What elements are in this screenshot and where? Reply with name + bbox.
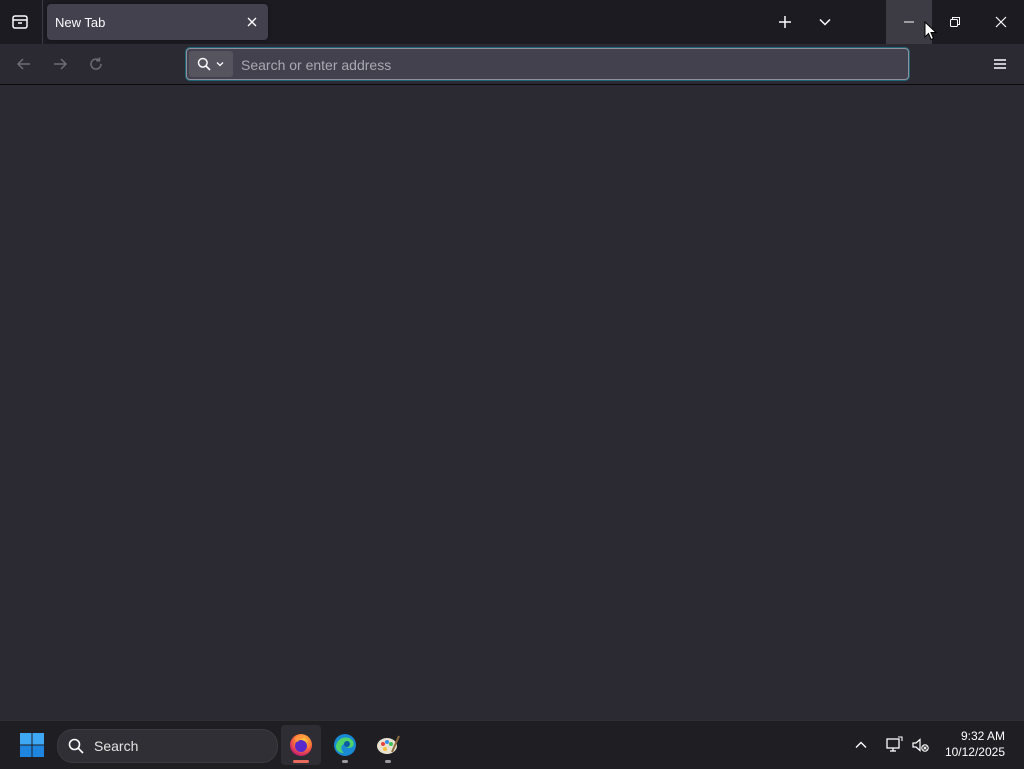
- taskbar-edge[interactable]: [325, 725, 365, 765]
- firefox-icon: [290, 734, 312, 756]
- search-icon: [197, 57, 211, 71]
- hamburger-menu-icon: [994, 59, 1006, 69]
- active-app-indicator: [293, 760, 309, 763]
- chevron-down-icon: [216, 62, 224, 67]
- network-icon: [886, 736, 903, 752]
- close-icon: [995, 16, 1007, 28]
- search-mode-switcher[interactable]: [189, 51, 233, 77]
- forward-button[interactable]: [44, 48, 76, 80]
- clock-time: 9:32 AM: [960, 729, 1005, 743]
- tab-strip: New Tab: [0, 0, 1024, 44]
- close-icon: [247, 17, 257, 27]
- taskbar: Search 9:32 AM 10/12/2025: [0, 720, 1024, 769]
- reload-button[interactable]: [80, 48, 112, 80]
- search-icon: [68, 738, 84, 754]
- chevron-down-icon: [819, 18, 831, 26]
- close-window-button[interactable]: [978, 0, 1024, 44]
- running-app-indicator: [385, 760, 391, 763]
- arrow-left-icon: [16, 58, 30, 70]
- page-content: [0, 85, 1024, 720]
- network-status[interactable]: [880, 725, 908, 765]
- taskbar-search[interactable]: Search: [57, 729, 278, 763]
- tab-title: New Tab: [55, 15, 106, 30]
- firefox-view-button[interactable]: [4, 6, 36, 38]
- minimize-icon: [904, 21, 914, 23]
- start-button[interactable]: [12, 725, 52, 765]
- tab-separator: [42, 0, 43, 44]
- running-app-indicator: [342, 760, 348, 763]
- speaker-muted-icon: [912, 738, 929, 752]
- restore-button[interactable]: [932, 0, 978, 44]
- edge-icon: [334, 734, 356, 756]
- mouse-cursor-icon: [924, 21, 938, 41]
- volume-status[interactable]: [906, 725, 934, 765]
- navigation-toolbar: [0, 44, 1024, 85]
- clock-date: 10/12/2025: [944, 745, 1005, 759]
- taskbar-search-label: Search: [94, 738, 139, 754]
- list-all-tabs-button[interactable]: [809, 6, 841, 38]
- windows-logo-icon: [20, 733, 44, 757]
- app-menu-button[interactable]: [984, 48, 1016, 80]
- system-clock[interactable]: 9:32 AM 10/12/2025: [945, 728, 1005, 760]
- back-button[interactable]: [8, 48, 40, 80]
- firefox-view-icon: [12, 15, 28, 29]
- show-hidden-icons-button[interactable]: [846, 725, 876, 765]
- address-input[interactable]: [239, 51, 903, 79]
- taskbar-firefox[interactable]: [281, 725, 321, 765]
- tab-close-button[interactable]: [242, 12, 262, 32]
- tab-new-tab[interactable]: New Tab: [47, 4, 268, 40]
- arrow-right-icon: [54, 58, 68, 70]
- restore-icon: [950, 17, 960, 27]
- paint-palette-icon: [377, 735, 400, 754]
- url-bar[interactable]: [186, 48, 909, 80]
- chevron-up-icon: [855, 741, 867, 748]
- new-tab-button[interactable]: [769, 6, 801, 38]
- plus-icon: [779, 16, 791, 28]
- taskbar-paint[interactable]: [368, 725, 408, 765]
- reload-icon: [90, 57, 102, 70]
